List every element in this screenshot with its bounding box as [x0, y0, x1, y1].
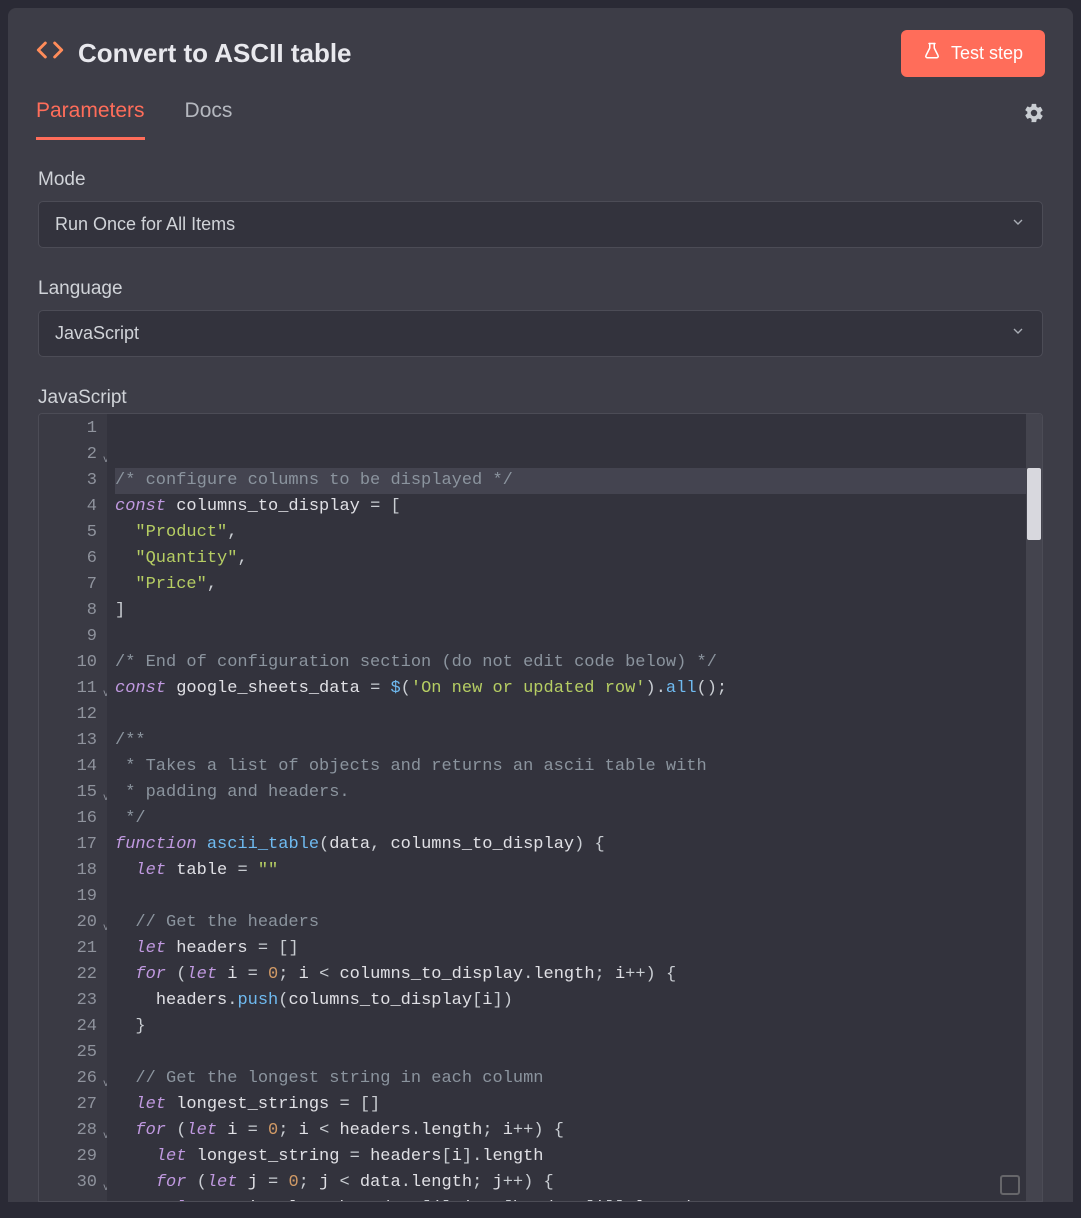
line-number: 14: [39, 754, 107, 780]
code-line[interactable]: "Price",: [115, 572, 1042, 598]
code-line[interactable]: }: [115, 1014, 1042, 1040]
line-number: 21: [39, 936, 107, 962]
line-number: 19: [39, 884, 107, 910]
line-number: 11v: [39, 676, 107, 702]
code-line[interactable]: let table = "": [115, 858, 1042, 884]
language-label: Language: [38, 278, 1043, 300]
line-number: 18: [39, 858, 107, 884]
code-line[interactable]: "Product",: [115, 520, 1042, 546]
code-line[interactable]: const google_sheets_data = $('On new or …: [115, 676, 1042, 702]
tab-docs[interactable]: Docs: [185, 91, 233, 140]
line-number: 10: [39, 650, 107, 676]
code-line[interactable]: function ascii_table(data, columns_to_di…: [115, 832, 1042, 858]
panel-title: Convert to ASCII table: [78, 38, 352, 69]
line-number: 3: [39, 468, 107, 494]
code-line[interactable]: "Quantity",: [115, 546, 1042, 572]
parameters-content: Mode Run Once for All Items Language Jav…: [8, 141, 1073, 1202]
line-number: 1: [39, 416, 107, 442]
gear-icon[interactable]: [1023, 102, 1045, 130]
line-number: 22: [39, 962, 107, 988]
code-line[interactable]: /* configure columns to be displayed */: [115, 468, 1042, 494]
mode-select[interactable]: Run Once for All Items: [38, 201, 1043, 248]
code-line[interactable]: * Takes a list of objects and returns an…: [115, 754, 1042, 780]
expand-icon[interactable]: [1000, 1175, 1020, 1195]
scrollbar[interactable]: [1026, 414, 1042, 1201]
line-number: 12: [39, 702, 107, 728]
test-step-label: Test step: [951, 43, 1023, 64]
code-area[interactable]: /* configure columns to be displayed */c…: [107, 414, 1042, 1201]
line-number: 6: [39, 546, 107, 572]
mode-value: Run Once for All Items: [55, 214, 235, 235]
line-number: 29: [39, 1144, 107, 1170]
mode-label: Mode: [38, 169, 1043, 191]
line-number: 30v: [39, 1170, 107, 1196]
line-gutter: 12v34567891011v12131415v1617181920v21222…: [39, 414, 107, 1201]
code-line[interactable]: let headers = []: [115, 936, 1042, 962]
code-line[interactable]: // Get the headers: [115, 910, 1042, 936]
scroll-thumb[interactable]: [1027, 468, 1041, 540]
line-number: 23: [39, 988, 107, 1014]
code-line[interactable]: [115, 624, 1042, 650]
line-number: 27: [39, 1092, 107, 1118]
node-panel: Convert to ASCII table Test step Paramet…: [8, 8, 1073, 1202]
line-number: 8: [39, 598, 107, 624]
code-label: JavaScript: [38, 387, 1043, 409]
line-number: 16: [39, 806, 107, 832]
code-line[interactable]: let string_length = data[j].json[headers…: [115, 1196, 1042, 1201]
code-line[interactable]: [115, 702, 1042, 728]
code-line[interactable]: const columns_to_display = [: [115, 494, 1042, 520]
code-line[interactable]: // Get the longest string in each column: [115, 1066, 1042, 1092]
code-line[interactable]: * padding and headers.: [115, 780, 1042, 806]
test-step-button[interactable]: Test step: [901, 30, 1045, 77]
code-line[interactable]: /**: [115, 728, 1042, 754]
code-line[interactable]: let longest_string = headers[i].length: [115, 1144, 1042, 1170]
header-left: Convert to ASCII table: [36, 36, 352, 71]
flask-icon: [923, 42, 941, 65]
line-number: 2v: [39, 442, 107, 468]
language-value: JavaScript: [55, 323, 139, 344]
tabs: Parameters Docs: [36, 91, 232, 140]
code-line[interactable]: [115, 1040, 1042, 1066]
code-line[interactable]: */: [115, 806, 1042, 832]
language-select[interactable]: JavaScript: [38, 310, 1043, 357]
code-icon: [36, 36, 64, 71]
line-number: 7: [39, 572, 107, 598]
code-line[interactable]: for (let j = 0; j < data.length; j++) {: [115, 1170, 1042, 1196]
chevron-down-icon: [1010, 323, 1026, 344]
code-line[interactable]: headers.push(columns_to_display[i]): [115, 988, 1042, 1014]
code-line[interactable]: [115, 884, 1042, 910]
line-number: 24: [39, 1014, 107, 1040]
line-number: 4: [39, 494, 107, 520]
line-number: 15v: [39, 780, 107, 806]
code-line[interactable]: let longest_strings = []: [115, 1092, 1042, 1118]
code-line[interactable]: ]: [115, 598, 1042, 624]
line-number: 20v: [39, 910, 107, 936]
line-number: 13: [39, 728, 107, 754]
chevron-down-icon: [1010, 214, 1026, 235]
tabs-row: Parameters Docs: [8, 91, 1073, 141]
line-number: 26v: [39, 1066, 107, 1092]
line-number: 17: [39, 832, 107, 858]
code-line[interactable]: for (let i = 0; i < columns_to_display.l…: [115, 962, 1042, 988]
code-line[interactable]: /* End of configuration section (do not …: [115, 650, 1042, 676]
line-number: 9: [39, 624, 107, 650]
line-number: 28v: [39, 1118, 107, 1144]
tab-parameters[interactable]: Parameters: [36, 91, 145, 140]
code-editor[interactable]: 12v34567891011v12131415v1617181920v21222…: [38, 413, 1043, 1202]
line-number: 25: [39, 1040, 107, 1066]
code-line[interactable]: for (let i = 0; i < headers.length; i++)…: [115, 1118, 1042, 1144]
panel-header: Convert to ASCII table Test step: [8, 8, 1073, 91]
line-number: 5: [39, 520, 107, 546]
